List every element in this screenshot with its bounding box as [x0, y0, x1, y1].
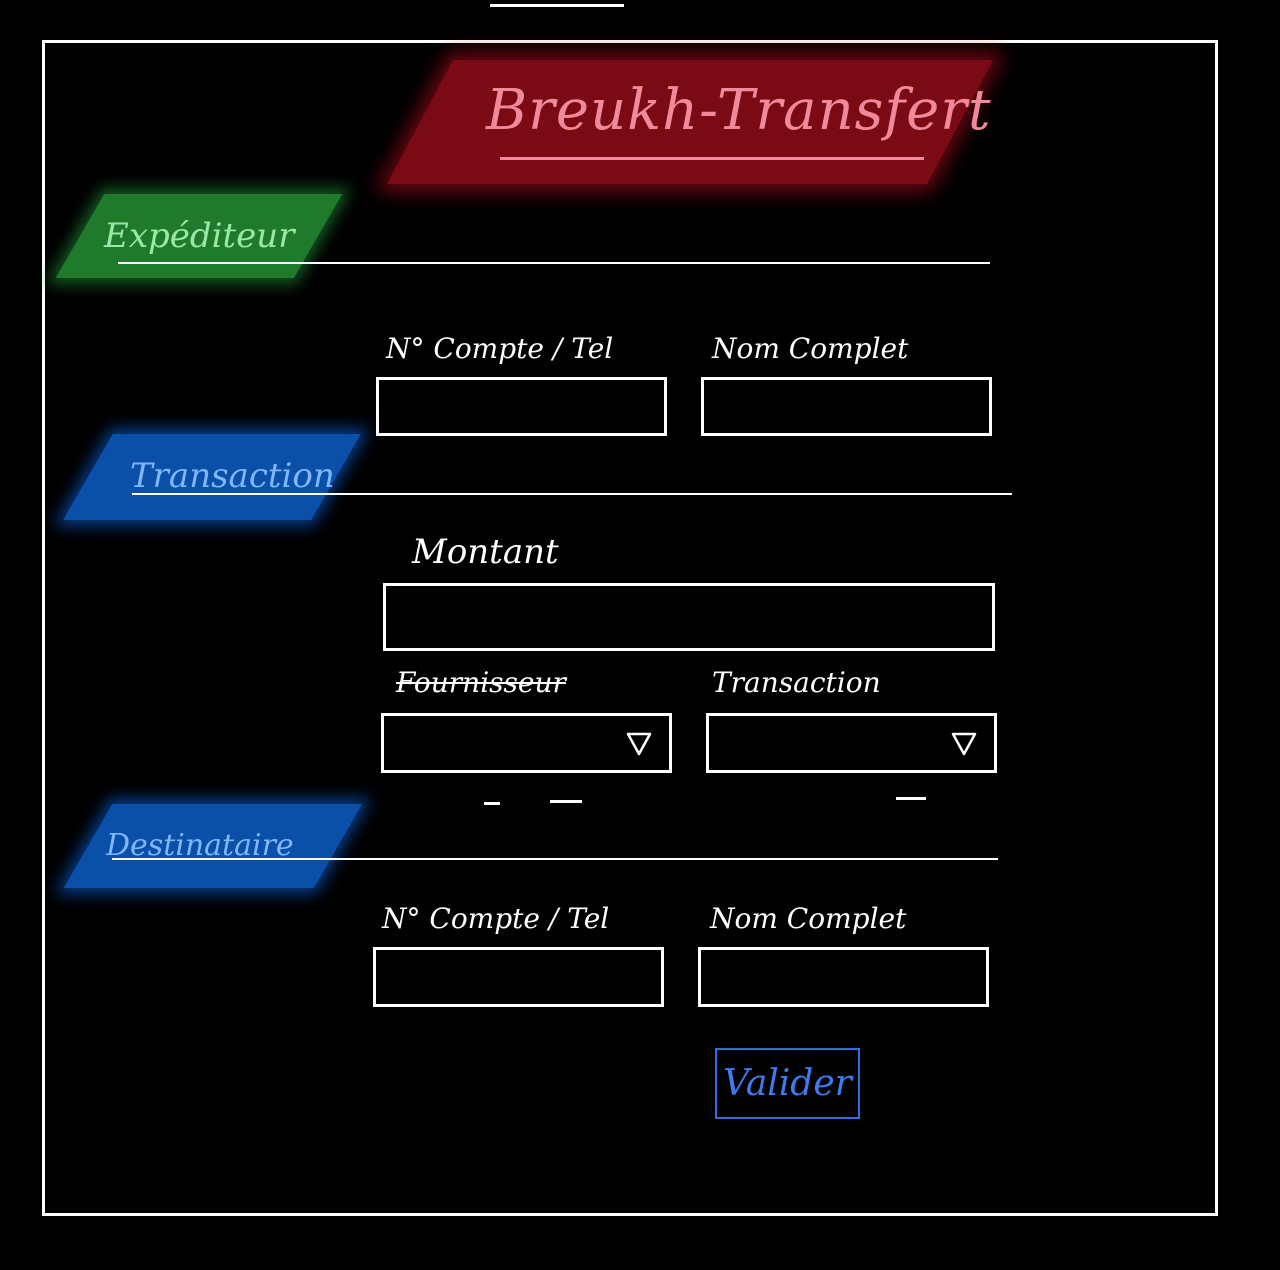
sender-name-input[interactable]: [704, 380, 989, 433]
amount-label: Montant: [412, 532, 559, 572]
transaction-section-title: Transaction: [130, 456, 335, 496]
sender-account-field[interactable]: [376, 377, 667, 436]
app-title: Breukh-Transfert: [486, 78, 992, 143]
sketch-dash: [896, 797, 926, 800]
sender-account-label: N° Compte / Tel: [386, 332, 614, 365]
recipient-name-label: Nom Complet: [710, 902, 907, 935]
triangle-down-icon[interactable]: [625, 730, 653, 758]
sketch-dash: [484, 802, 500, 805]
amount-field[interactable]: [383, 583, 995, 651]
recipient-account-label: N° Compte / Tel: [382, 902, 610, 935]
transaction-type-select[interactable]: [706, 713, 997, 773]
expediteur-section-divider: [118, 262, 990, 264]
amount-input[interactable]: [386, 586, 992, 648]
provider-select[interactable]: [381, 713, 672, 773]
recipient-account-field[interactable]: [373, 947, 664, 1007]
recipient-name-input[interactable]: [701, 950, 986, 1004]
valider-button[interactable]: Valider: [715, 1048, 860, 1119]
transaction-type-label: Transaction: [712, 666, 881, 699]
sketch-dash: [550, 800, 582, 803]
expediteur-section-title: Expéditeur: [104, 216, 295, 256]
recipient-name-field[interactable]: [698, 947, 989, 1007]
sender-name-field[interactable]: [701, 377, 992, 436]
provider-label: Fournisseur: [396, 666, 566, 699]
top-divider-stroke: [490, 4, 624, 7]
recipient-account-input[interactable]: [376, 950, 661, 1004]
sender-name-label: Nom Complet: [712, 332, 909, 365]
triangle-down-icon[interactable]: [950, 730, 978, 758]
sender-account-input[interactable]: [379, 380, 664, 433]
title-underline: [500, 157, 924, 160]
destinataire-section-divider: [112, 858, 998, 860]
transaction-section-divider: [132, 493, 1012, 495]
